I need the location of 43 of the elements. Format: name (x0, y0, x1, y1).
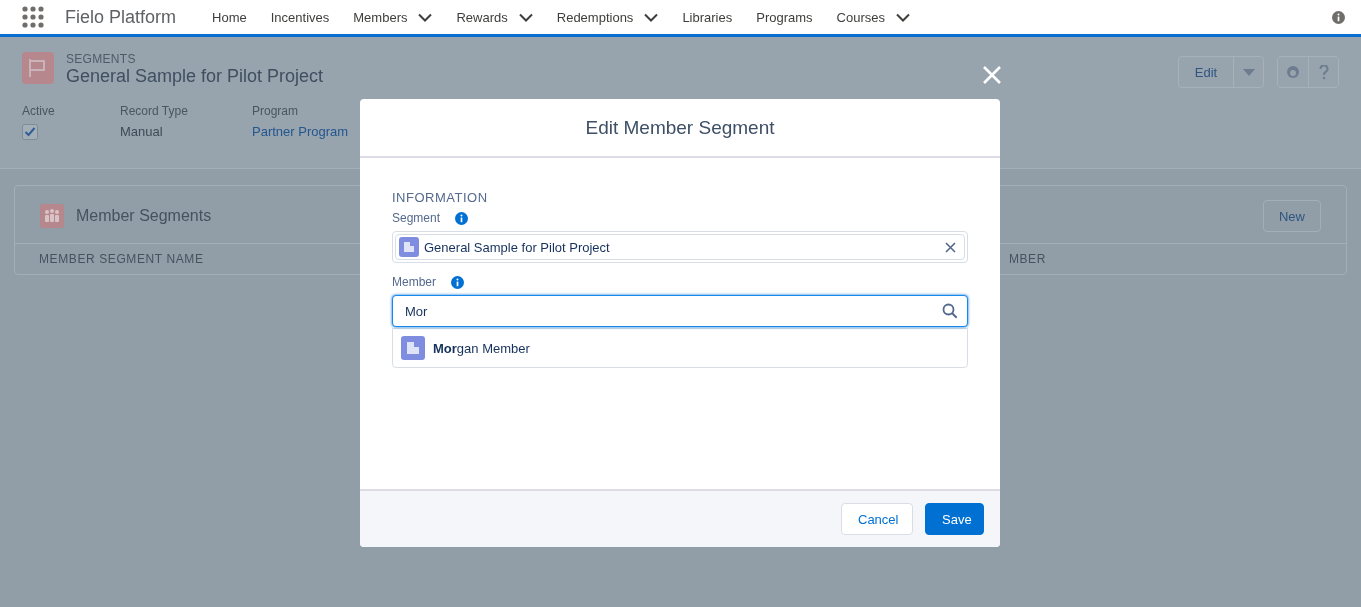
related-list-title: Member Segments (76, 207, 212, 225)
field-label: Member (392, 275, 436, 289)
nav-tab[interactable]: Incentives (270, 9, 330, 25)
app-name: Fielo Platform (65, 6, 177, 28)
help-icon (1318, 64, 1329, 80)
app-launcher-icon[interactable] (22, 6, 44, 28)
segment-value: General Sample for Pilot Project (424, 239, 610, 255)
building-icon (399, 237, 419, 257)
people-icon (40, 204, 64, 228)
building-icon (401, 336, 425, 360)
nav-tab[interactable]: Courses (836, 9, 885, 25)
nav-tab[interactable]: Libraries (682, 9, 733, 25)
nav-tab[interactable]: Programs (756, 9, 813, 25)
member-search-field[interactable]: Mor (392, 295, 968, 327)
flag-icon (22, 52, 54, 84)
nav-tab[interactable]: Members (353, 9, 408, 25)
helper-icon (1286, 65, 1300, 79)
field-label: Record Type (120, 104, 189, 118)
modal-title: Edit Member Segment (585, 116, 775, 139)
nav-tab[interactable]: Home (212, 9, 247, 25)
caret-down-icon (1242, 68, 1255, 76)
chevron-down-icon[interactable] (896, 12, 910, 22)
field-label: Segment (392, 211, 441, 225)
column-header: MBER (1008, 252, 1046, 266)
info-icon[interactable] (455, 211, 469, 225)
cancel-button[interactable]: Cancel (841, 503, 913, 535)
search-icon[interactable] (942, 303, 958, 319)
info-icon[interactable] (451, 275, 464, 289)
field-value: Manual (120, 124, 164, 139)
info-icon[interactable] (1332, 10, 1345, 24)
column-header: MEMBER SEGMENT NAME (39, 252, 204, 266)
record-title: General Sample for Pilot Project (66, 66, 324, 87)
chevron-down-icon[interactable] (518, 12, 533, 22)
close-icon[interactable] (945, 241, 956, 253)
field-label: Active (22, 104, 56, 118)
section-heading: INFORMATION (392, 190, 489, 205)
nav-tab[interactable]: Redemptions (556, 9, 634, 25)
object-label: SEGMENTS (66, 52, 137, 66)
field-label: Program (252, 104, 299, 118)
save-button[interactable]: Save (925, 503, 984, 535)
chevron-down-icon[interactable] (644, 12, 659, 22)
chevron-down-icon[interactable] (418, 12, 433, 22)
nav-tab[interactable]: Rewards (456, 9, 508, 25)
